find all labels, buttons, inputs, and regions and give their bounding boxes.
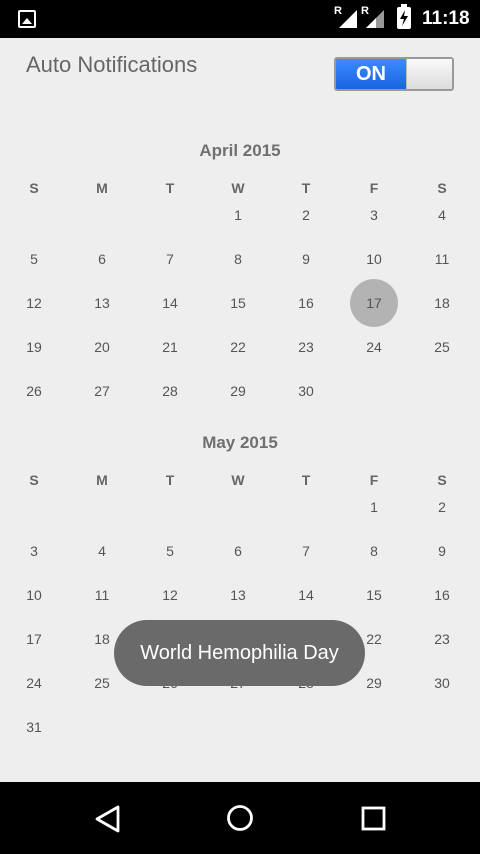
calendar-day[interactable]: 9	[418, 527, 466, 575]
calendar-day[interactable]: 8	[350, 527, 398, 575]
calendar-day[interactable]: 14	[146, 279, 194, 327]
calendar-day[interactable]: 28	[146, 367, 194, 415]
toggle-knob	[406, 59, 452, 89]
navigation-bar	[0, 782, 480, 854]
toggle-on-label: ON	[336, 59, 406, 89]
calendar-day[interactable]: 19	[10, 323, 58, 371]
calendar-day[interactable]: 24	[10, 659, 58, 707]
calendar-day[interactable]: 16	[282, 279, 330, 327]
status-bar: R R 11:18	[0, 0, 480, 38]
calendar-day[interactable]: 2	[282, 191, 330, 239]
calendar-day[interactable]: 3	[350, 191, 398, 239]
calendar-day[interactable]: 15	[214, 279, 262, 327]
calendar-day[interactable]: 11	[418, 235, 466, 283]
calendar-day[interactable]: 24	[350, 323, 398, 371]
weekday-header: M	[96, 472, 108, 488]
calendar-day[interactable]: 30	[282, 367, 330, 415]
month-title: May 2015	[202, 433, 278, 452]
auto-notifications-label: Auto Notifications	[26, 52, 198, 77]
toast-message: World Hemophilia Day	[114, 620, 365, 686]
calendar-day[interactable]: 4	[418, 191, 466, 239]
calendar-day[interactable]: 15	[350, 571, 398, 619]
gallery-icon	[18, 10, 36, 28]
calendar-day[interactable]: 1	[214, 191, 262, 239]
home-icon[interactable]	[225, 803, 255, 833]
calendar-day[interactable]: 13	[214, 571, 262, 619]
calendar-day[interactable]: 10	[350, 235, 398, 283]
calendar-day[interactable]: 11	[78, 571, 126, 619]
calendar-day[interactable]: 7	[282, 527, 330, 575]
month-title: April 2015	[199, 141, 281, 160]
calendar-day[interactable]: 5	[10, 235, 58, 283]
calendar-day[interactable]: 20	[78, 323, 126, 371]
weekday-header: S	[29, 180, 39, 196]
calendar-day[interactable]: 6	[214, 527, 262, 575]
weekday-header: S	[29, 472, 39, 488]
calendar-day[interactable]: 26	[10, 367, 58, 415]
calendar-day[interactable]: 1	[350, 483, 398, 531]
calendar-day[interactable]: 31	[10, 703, 58, 751]
calendar-day[interactable]: 30	[418, 659, 466, 707]
battery-charging-icon	[397, 4, 411, 29]
calendar-day[interactable]: 25	[418, 323, 466, 371]
calendar-day[interactable]: 16	[418, 571, 466, 619]
calendar-day[interactable]: 22	[214, 323, 262, 371]
calendar-day[interactable]: 2	[418, 483, 466, 531]
recents-icon[interactable]	[360, 805, 388, 833]
status-time: 11:18	[422, 8, 470, 29]
weekday-header: M	[96, 180, 108, 196]
app-content: Auto Notifications ON April 2015 S M T W T F S 1…	[0, 38, 480, 782]
calendar-day[interactable]: 21	[146, 323, 194, 371]
calendar-day[interactable]: 29	[214, 367, 262, 415]
calendar-day[interactable]: 17	[350, 279, 398, 327]
calendar-day[interactable]: 8	[214, 235, 262, 283]
calendar-day[interactable]: 3	[10, 527, 58, 575]
weekday-header: T	[165, 180, 175, 196]
calendar-day[interactable]: 27	[78, 367, 126, 415]
calendar-day[interactable]: 12	[146, 571, 194, 619]
calendar-day[interactable]: 23	[418, 615, 466, 663]
calendar-day[interactable]: 13	[78, 279, 126, 327]
weekday-header: T	[301, 472, 311, 488]
calendar-day[interactable]: 6	[78, 235, 126, 283]
calendar-day[interactable]: 23	[282, 323, 330, 371]
auto-notifications-toggle[interactable]: ON	[334, 57, 454, 91]
calendar-day[interactable]: 12	[10, 279, 58, 327]
roaming-label: R	[361, 5, 369, 17]
calendar-day[interactable]: 5	[146, 527, 194, 575]
calendar-day[interactable]: 4	[78, 527, 126, 575]
calendar-day[interactable]: 7	[146, 235, 194, 283]
weekday-header: W	[231, 472, 245, 488]
calendar-day[interactable]: 10	[10, 571, 58, 619]
calendar-day[interactable]: 18	[418, 279, 466, 327]
calendar-day[interactable]: 14	[282, 571, 330, 619]
calendar-day[interactable]: 9	[282, 235, 330, 283]
calendar-day[interactable]: 17	[10, 615, 58, 663]
back-icon[interactable]	[93, 804, 123, 834]
weekday-header: T	[165, 472, 175, 488]
roaming-label: R	[334, 5, 342, 17]
